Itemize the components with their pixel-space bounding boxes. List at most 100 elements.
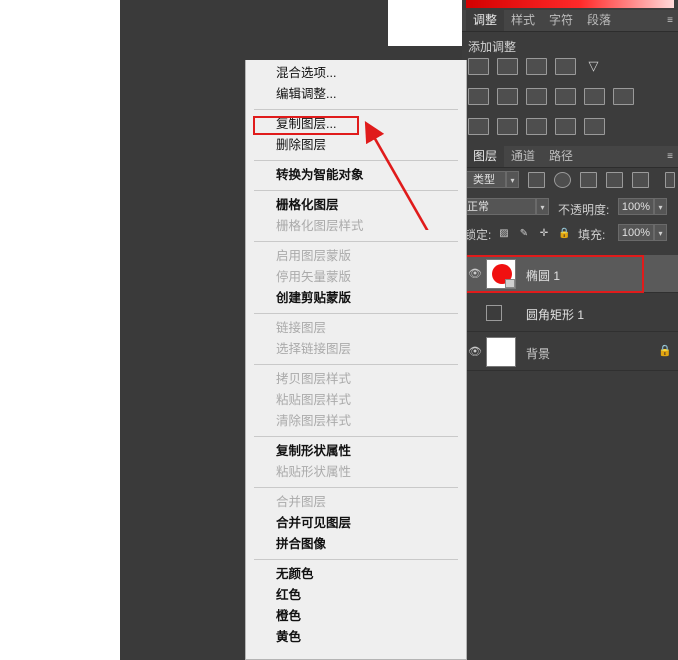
layer-thumbnail-rounded-rect[interactable] [486,305,502,321]
menu-item-paste-shape-attributes: 粘贴形状属性 [246,462,466,483]
filter-toggle-switch[interactable] [665,172,675,188]
menu-separator-6 [254,364,458,365]
app-root: 调整 样式 字符 段落 ≡ 添加调整 ▽ [0,0,678,660]
lock-fill-row: 锁定: ▨ ✎ ✛ 🔒 填充: 100% ▾ [462,222,678,246]
layer-visibility-icon[interactable]: 👁 [468,267,482,281]
fill-value[interactable]: 100% [618,224,654,241]
tab-layers[interactable]: 图层 [466,146,504,167]
tab-paragraph[interactable]: 段落 [580,10,618,31]
menu-separator-7 [254,436,458,437]
filter-type-icon[interactable] [580,172,597,188]
layer-row-rounded-rect[interactable]: · 圆角矩形 1 [462,294,678,332]
filter-smart-icon[interactable] [632,172,649,188]
layers-panel-menu-icon[interactable]: ≡ [661,151,673,162]
brightness-contrast-icon[interactable] [468,58,489,75]
color-lookup-icon[interactable] [613,88,634,105]
lock-label: 锁定: [464,226,491,243]
opacity-label: 不透明度: [558,201,609,218]
menu-item-edit-adjustment[interactable]: 编辑调整... [246,84,466,105]
layer-row-background[interactable]: 👁 背景 🔒 [462,333,678,371]
menu-item-blending-options[interactable]: 混合选项... [246,63,466,84]
panel-menu-icon[interactable]: ≡ [661,15,673,26]
menu-separator-1 [254,109,458,110]
lock-position-icon[interactable]: ✛ [538,227,550,242]
fill-label: 填充: [578,226,605,243]
lock-transparent-icon[interactable]: ▨ [498,227,510,242]
menu-item-select-linked-layers: 选择链接图层 [246,339,466,360]
menu-separator-3 [254,190,458,191]
filter-shape-icon[interactable] [606,172,623,188]
menu-item-convert-to-smart-object[interactable]: 转换为智能对象 [246,165,466,186]
tab-paths[interactable]: 路径 [542,146,580,167]
adjustment-icons-row-3[interactable] [468,118,605,135]
menu-item-rasterize-layer[interactable]: 栅格化图层 [246,195,466,216]
lock-icon-background: 🔒 [658,345,668,358]
posterize-icon[interactable] [497,118,518,135]
tab-character[interactable]: 字符 [542,10,580,31]
selective-color-icon[interactable] [584,118,605,135]
filter-adjustment-icon[interactable] [554,172,571,188]
layer-name-background: 背景 [526,345,550,362]
menu-item-no-color[interactable]: 无颜色 [246,564,466,585]
channel-mixer-icon[interactable] [584,88,605,105]
layer-visibility-icon-background[interactable]: 👁 [468,345,482,359]
layer-thumbnail-ellipse[interactable] [486,259,516,289]
exposure-icon[interactable] [555,58,576,75]
fill-chevron-icon[interactable]: ▾ [654,224,667,241]
black-white-icon[interactable] [526,88,547,105]
menu-separator-4 [254,241,458,242]
menu-item-create-clipping-mask[interactable]: 创建剪贴蒙版 [246,288,466,309]
adjustment-icons-row-2[interactable] [468,88,634,105]
levels-icon[interactable] [497,58,518,75]
menu-separator-5 [254,313,458,314]
invert-icon[interactable] [468,118,489,135]
menu-item-flatten-image[interactable]: 拼合图像 [246,534,466,555]
curves-icon[interactable] [526,58,547,75]
menu-item-rasterize-layer-style: 栅格化图层样式 [246,216,466,237]
lock-all-icon[interactable]: 🔒 [558,227,570,242]
layer-thumbnail-background[interactable] [486,337,516,367]
opacity-chevron-icon[interactable]: ▾ [654,198,667,215]
menu-item-yellow[interactable]: 黄色 [246,627,466,648]
blend-mode-select[interactable]: 正常 [462,198,536,215]
menu-item-delete-layer[interactable]: 删除图层 [246,135,466,156]
menu-item-paste-layer-style: 粘贴图层样式 [246,390,466,411]
threshold-icon[interactable] [526,118,547,135]
menu-separator-9 [254,559,458,560]
hue-saturation-icon[interactable] [468,88,489,105]
blend-mode-chevron-icon[interactable]: ▾ [536,198,549,215]
vibrance-icon[interactable]: ▽ [584,58,603,73]
menu-separator-8 [254,487,458,488]
menu-item-orange[interactable]: 橙色 [246,606,466,627]
menu-item-red[interactable]: 红色 [246,585,466,606]
menu-item-copy-shape-attributes[interactable]: 复制形状属性 [246,441,466,462]
menu-item-merge-visible[interactable]: 合并可见图层 [246,513,466,534]
vector-mask-thumbnail [505,279,515,288]
lock-icons[interactable]: ▨ ✎ ✛ 🔒 [498,227,570,242]
layer-filter-chevron-icon[interactable]: ▾ [506,171,519,188]
adjustments-tabbar: 调整 样式 字符 段落 ≡ [462,10,678,32]
menu-item-merge-layers: 合并图层 [246,492,466,513]
layer-filter-icons[interactable] [528,172,649,188]
canvas-top-white [388,0,462,46]
tab-adjustments[interactable]: 调整 [466,10,504,31]
menu-item-copy-layer-style: 拷贝图层样式 [246,369,466,390]
color-ramp [466,0,674,8]
color-balance-icon[interactable] [497,88,518,105]
adjustment-icons-row-1[interactable]: ▽ [468,58,603,75]
layer-row-ellipse[interactable]: 👁 椭圆 1 [462,255,678,293]
menu-item-duplicate-layer[interactable]: 复制图层... [246,114,466,135]
tab-channels[interactable]: 通道 [504,146,542,167]
menu-item-link-layers: 链接图层 [246,318,466,339]
photo-filter-icon[interactable] [555,88,576,105]
tab-styles[interactable]: 样式 [504,10,542,31]
lock-image-icon[interactable]: ✎ [518,227,530,242]
layer-visibility-icon-hidden[interactable]: · [468,306,482,320]
filter-pixel-icon[interactable] [528,172,545,188]
layer-context-menu[interactable]: 混合选项... 编辑调整... 复制图层... 删除图层 转换为智能对象 栅格化… [245,60,467,660]
blend-opacity-row: 正常 ▾ 不透明度: 100% ▾ [462,196,678,220]
opacity-value[interactable]: 100% [618,198,654,215]
gradient-map-icon[interactable] [555,118,576,135]
layer-filter-type-select[interactable]: 类型 [462,171,506,188]
menu-item-enable-layer-mask: 启用图层蒙版 [246,246,466,267]
